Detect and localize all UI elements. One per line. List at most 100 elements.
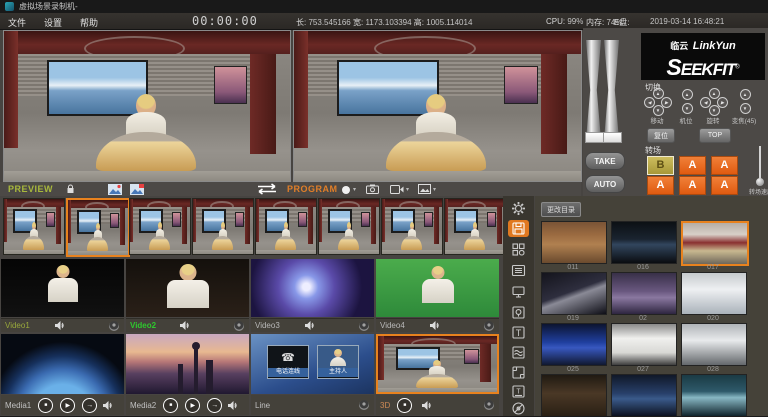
subtitle-icon[interactable]: T — [508, 383, 529, 400]
volume-icon[interactable] — [55, 321, 66, 330]
video2-thumbnail[interactable] — [126, 259, 249, 317]
image-output-icon[interactable] — [418, 184, 431, 194]
camera-angle-thumb-7[interactable] — [381, 198, 443, 255]
effects-icon[interactable] — [508, 304, 529, 321]
take-button[interactable]: TAKE — [585, 152, 625, 170]
camera-angle-thumb-5[interactable] — [255, 198, 317, 255]
record-icon[interactable] — [342, 186, 350, 194]
camera-angle-thumb-2-selected[interactable] — [66, 198, 130, 257]
camera-angle-thumb-1[interactable] — [3, 198, 65, 255]
save-icon-active[interactable] — [508, 220, 529, 237]
image-output-dropdown-icon[interactable]: ▾ — [433, 186, 436, 193]
transition-button-a2[interactable]: A — [711, 156, 738, 175]
gallery-scene-row4-2[interactable] — [611, 374, 677, 417]
settings-knob-icon[interactable] — [484, 321, 494, 331]
settings-gear-icon[interactable] — [508, 200, 529, 217]
3d-stop-button[interactable]: ■ — [397, 398, 412, 413]
disc-icon[interactable] — [508, 400, 529, 417]
change-directory-button[interactable]: 更改目录 — [541, 202, 581, 217]
gallery-scene-row4-1[interactable] — [541, 374, 607, 417]
video-capture-icon[interactable] — [390, 185, 404, 194]
media1-stop-button[interactable]: ■ — [38, 398, 53, 413]
line-phone-option[interactable]: ☎ 电话连线 — [267, 345, 309, 379]
tbar-fader-left[interactable] — [586, 40, 601, 140]
media2-stop-button[interactable]: ■ — [163, 398, 178, 413]
media1-play-button[interactable]: ▶ — [60, 398, 75, 413]
transition-button-a5[interactable]: A — [711, 176, 738, 195]
volume-icon[interactable] — [422, 401, 433, 410]
reset-button[interactable]: 复位 — [647, 128, 675, 143]
playlist-icon[interactable] — [508, 262, 529, 279]
settings-knob-icon[interactable] — [359, 400, 369, 410]
rotate-right-icon[interactable]: ▶ — [717, 97, 728, 108]
line-host-option[interactable]: 主持人 — [317, 345, 359, 379]
gallery-scene-02[interactable] — [611, 272, 677, 315]
record-dropdown-icon[interactable]: ▾ — [353, 186, 356, 193]
media2-loop-button[interactable]: → — [207, 398, 222, 413]
volume-icon[interactable] — [180, 321, 191, 330]
video3-thumbnail[interactable] — [251, 259, 374, 317]
media2-thumbnail[interactable] — [126, 334, 249, 394]
move-right-icon[interactable]: ▶ — [661, 97, 672, 108]
volume-icon[interactable] — [305, 321, 316, 330]
menu-help[interactable]: 帮助 — [80, 16, 98, 29]
tbar-fader-right[interactable] — [604, 40, 619, 140]
gallery-scene-027[interactable] — [611, 323, 677, 366]
gallery-scene-028[interactable] — [681, 323, 747, 366]
tbar-handle-right[interactable] — [603, 132, 622, 143]
video4-thumbnail[interactable] — [376, 259, 499, 317]
swap-preview-program-icon[interactable] — [253, 183, 281, 195]
top-button[interactable]: TOP — [699, 128, 731, 143]
gallery-scene-011[interactable] — [541, 221, 607, 264]
settings-knob-icon[interactable] — [109, 321, 119, 331]
gallery-scene-025[interactable] — [541, 323, 607, 366]
volume-icon[interactable] — [430, 321, 441, 330]
camera-down-icon[interactable]: ▼ — [682, 103, 693, 114]
3d-thumbnail-selected[interactable] — [376, 334, 499, 394]
menu-file[interactable]: 文件 — [8, 16, 26, 29]
monitor-icon[interactable] — [508, 283, 529, 300]
media-layers-icon[interactable] — [508, 344, 529, 361]
camera-angle-thumb-3[interactable] — [129, 198, 191, 255]
zoom-in-icon[interactable]: ▲ — [740, 89, 751, 100]
settings-knob-icon[interactable] — [359, 321, 369, 331]
transition-button-a4[interactable]: A — [679, 176, 706, 195]
lock-icon[interactable] — [66, 184, 75, 194]
move-left-icon[interactable]: ◀ — [644, 97, 655, 108]
gallery-scene-017-selected[interactable] — [681, 221, 749, 266]
volume-icon[interactable] — [103, 401, 114, 410]
gallery-scene-019[interactable] — [541, 272, 607, 315]
transition-button-a1[interactable]: A — [679, 156, 706, 175]
video1-thumbnail[interactable] — [1, 259, 124, 317]
camera-up-icon[interactable]: ▲ — [682, 89, 693, 100]
frame-icon[interactable] — [508, 364, 529, 381]
snapshot-camera-icon[interactable] — [366, 184, 379, 194]
media1-loop-button[interactable]: → — [82, 398, 97, 413]
media1-thumbnail[interactable] — [1, 334, 124, 394]
gallery-scene-016[interactable] — [611, 221, 677, 264]
video-capture-dropdown-icon[interactable]: ▾ — [406, 186, 409, 193]
menu-settings[interactable]: 设置 — [44, 16, 62, 29]
rotate-left-icon[interactable]: ◀ — [700, 97, 711, 108]
move-up-icon[interactable]: ▲ — [653, 88, 664, 99]
set-foreground-icon[interactable] — [130, 184, 144, 195]
camera-angle-thumb-8[interactable] — [444, 198, 506, 255]
rotate-up-icon[interactable]: ▲ — [709, 88, 720, 99]
tbar-handle-left[interactable] — [585, 132, 604, 143]
layout-grid-icon[interactable] — [508, 241, 529, 258]
text-tool-icon[interactable]: T — [508, 324, 529, 341]
settings-knob-icon[interactable] — [234, 321, 244, 331]
set-background-icon[interactable] — [108, 184, 122, 195]
media2-play-button[interactable]: ▶ — [185, 398, 200, 413]
zoom-out-icon[interactable]: ▼ — [740, 103, 751, 114]
line-thumbnail[interactable]: ☎ 电话连线 主持人 — [251, 334, 374, 394]
gallery-scene-row4-3[interactable] — [681, 374, 747, 417]
volume-icon[interactable] — [228, 401, 239, 410]
gallery-scene-020[interactable] — [681, 272, 747, 315]
camera-angle-thumb-4[interactable] — [192, 198, 254, 255]
auto-button[interactable]: AUTO — [585, 175, 625, 193]
camera-angle-thumb-6[interactable] — [318, 198, 380, 255]
transition-button-b[interactable]: B — [647, 156, 674, 175]
transition-button-a3[interactable]: A — [647, 176, 674, 195]
settings-knob-icon[interactable] — [484, 400, 494, 410]
